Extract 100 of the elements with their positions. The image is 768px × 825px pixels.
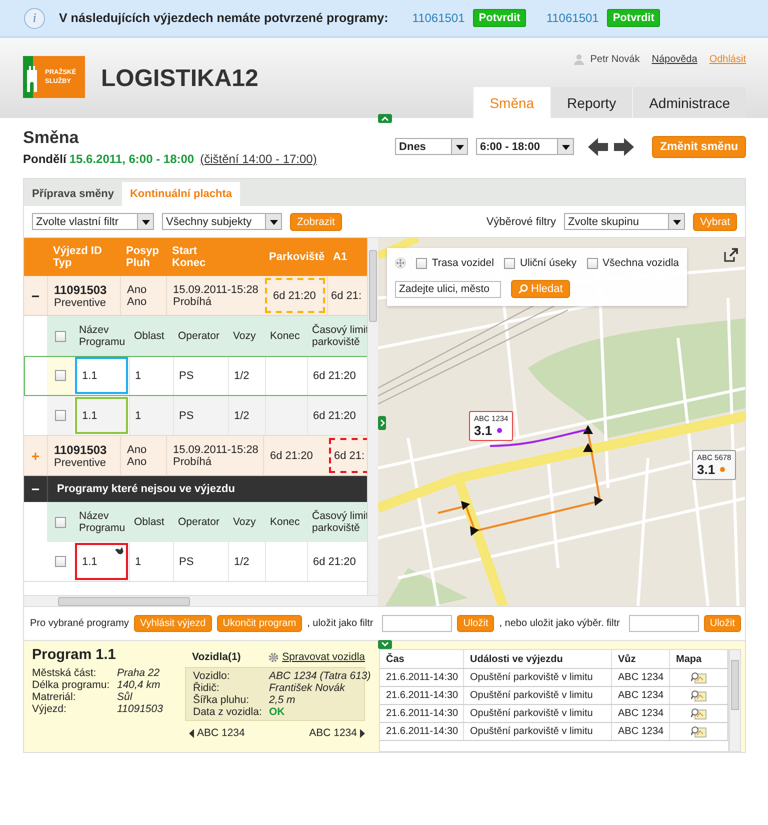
map-view-icon[interactable] xyxy=(690,726,707,738)
table-cell: Opuštění parkoviště v limitu xyxy=(464,723,612,740)
program-name-cell: 1.1 xyxy=(75,543,128,580)
trip-id: 11091503 xyxy=(54,442,108,456)
filter-name-field[interactable] xyxy=(382,615,452,632)
table-cell-text: Ano xyxy=(127,444,148,456)
panel-tab[interactable]: Příprava směny xyxy=(24,182,122,206)
group-row[interactable]: − Programy které nejsou ve výjezdu xyxy=(24,476,369,502)
column-header: Posyp Pluh xyxy=(125,244,160,271)
expand-toggle[interactable] xyxy=(378,416,386,430)
field-label: Šířka pluhu: xyxy=(193,694,250,706)
field-value: Praha 22 xyxy=(117,667,161,679)
event-row[interactable]: 21.6.2011-14:30 Opuštění parkoviště v limitu ABC 1234 xyxy=(380,669,728,687)
checkbox[interactable] xyxy=(55,370,66,381)
external-window-icon[interactable] xyxy=(724,248,738,262)
chevron-icon xyxy=(381,116,389,121)
manage-vehicles-link[interactable]: Spravovat vozidla xyxy=(282,651,365,663)
save-group-label: , nebo uložit jako výběr. filtr xyxy=(499,618,620,629)
column-header: Oblast xyxy=(129,316,173,356)
checkbox[interactable] xyxy=(55,556,66,567)
page-title: Směna xyxy=(23,128,80,148)
previous-arrow-icon[interactable] xyxy=(588,136,608,156)
next-arrow-icon[interactable] xyxy=(614,136,634,156)
group-title: Programy které nejsou ve výjezdu xyxy=(56,483,235,495)
column-header: Operator xyxy=(173,502,228,542)
column-header: Start Konec xyxy=(171,244,207,271)
shift-day: Pondělí xyxy=(23,152,66,166)
filter-select[interactable]: Zvolte vlastní filtr xyxy=(32,213,154,230)
trip-link[interactable]: 11061501 xyxy=(412,11,465,25)
trip-row[interactable]: − 11091503 Preventive Ano Ano 15.09.2011-15:28 Probíhá 6d 21:20 6d 21: xyxy=(24,276,369,316)
horizontal-scrollbar[interactable] xyxy=(24,595,378,606)
checkbox[interactable] xyxy=(55,410,66,421)
collapse-toggle[interactable] xyxy=(378,114,392,123)
caret-left-icon xyxy=(189,728,194,738)
help-link[interactable]: Nápověda xyxy=(652,54,698,65)
notice-text: V následujících výjezdech nemáte potvrzené programy: xyxy=(59,11,388,25)
previous-vehicle-link[interactable]: ABC 1234 xyxy=(189,727,245,739)
column-header: Název Programu xyxy=(74,316,129,356)
checkbox[interactable] xyxy=(55,516,66,528)
table-cell: 21.6.2011-14:30 xyxy=(380,723,464,740)
option-label: Trasa vozidel xyxy=(432,257,494,269)
checkbox[interactable] xyxy=(55,330,66,342)
event-row[interactable]: 21.6.2011-14:30 Opuštění parkoviště v limitu ABC 1234 xyxy=(380,723,728,741)
nav-tab[interactable]: Administrace xyxy=(632,87,746,118)
field-label: Matreriál: xyxy=(32,691,77,703)
checkbox[interactable] xyxy=(416,258,427,268)
event-row[interactable]: 21.6.2011-14:30 Opuštění parkoviště v limitu ABC 1234 xyxy=(380,687,728,705)
time-select[interactable]: 6:00 - 18:00 xyxy=(476,138,574,155)
group-name-field[interactable] xyxy=(628,615,699,632)
cleaning-link[interactable]: (čištění 14:00 - 17:00) xyxy=(200,152,317,166)
field-value: 11091503 xyxy=(117,703,164,715)
checkbox[interactable] xyxy=(504,258,515,268)
table-cell: ABC 1234 xyxy=(612,723,670,740)
map-view-icon[interactable] xyxy=(690,708,707,720)
table-cell: PS xyxy=(173,396,228,435)
column-header: Operator xyxy=(173,316,228,356)
chevron-icon xyxy=(381,642,389,647)
group-select[interactable]: Zvolte skupinu xyxy=(564,213,686,230)
user-icon xyxy=(574,54,584,65)
trip-link[interactable]: 11061501 xyxy=(546,11,599,25)
column-header: Vozy xyxy=(228,502,265,542)
map-view-icon[interactable] xyxy=(690,690,707,702)
program-row[interactable]: 1.1 1 PS 1/2 6d 21:20 xyxy=(24,356,369,396)
nav-tab[interactable]: Reporty xyxy=(550,87,632,118)
trip-id: 11091503 xyxy=(54,282,108,296)
parking-cell: 6d 21:20 xyxy=(265,278,325,313)
table-cell-text: Probíhá xyxy=(173,456,213,468)
vertical-scrollbar[interactable] xyxy=(367,238,378,596)
program-row[interactable]: 1.1 1 PS 1/2 6d 21:20 xyxy=(24,396,369,436)
table-cell: 21.6.2011-14:30 xyxy=(380,687,464,704)
vertical-scrollbar[interactable] xyxy=(729,649,741,752)
app-title: LOGISTIKA12 xyxy=(101,65,258,94)
marker-value: 3.1 xyxy=(474,423,492,438)
column-header: A1 xyxy=(332,250,348,265)
column-header: Čas xyxy=(380,650,464,668)
table-cell: 1/2 xyxy=(228,396,265,435)
caret-right-icon xyxy=(360,728,365,738)
table-cell-text: 15.09.2011-15:28 xyxy=(173,284,260,296)
table-cell: 21.6.2011-14:30 xyxy=(380,705,464,722)
day-select[interactable]: Dnes xyxy=(395,138,468,155)
filter-label: Výběrové filtry xyxy=(486,216,556,228)
field-value: 140,4 km xyxy=(117,679,162,691)
parking-cell: 6d 21:20 xyxy=(263,436,327,475)
table-cell-text: Probíhá xyxy=(173,296,213,308)
event-row[interactable]: 21.6.2011-14:30 Opuštění parkoviště v limitu ABC 1234 xyxy=(380,705,728,723)
search-field[interactable]: Zadejte ulici, město xyxy=(395,280,502,298)
marker-value: 3.1 xyxy=(697,462,716,477)
table-cell: PS xyxy=(173,542,228,581)
subject-select[interactable]: Všechny subjekty xyxy=(162,213,282,230)
program-row[interactable]: 1.1 1 PS 1/2 6d 21:20 xyxy=(24,542,369,582)
next-vehicle-link[interactable]: ABC 1234 xyxy=(309,727,365,739)
table-cell: 1 xyxy=(129,542,173,581)
trip-row[interactable]: + 11091503 Preventive Ano Ano 15.09.2011-15:28 Probíhá 6d 21:20 6d 21: xyxy=(24,436,369,476)
map-view-icon[interactable] xyxy=(690,672,707,684)
program-name-cell: 1.1 xyxy=(75,397,128,434)
table-cell-text: Ano xyxy=(127,456,148,468)
checkbox[interactable] xyxy=(586,258,598,268)
table-cell: ABC 1234 xyxy=(612,687,670,704)
collapse-toggle[interactable] xyxy=(378,640,392,649)
status-value: OK xyxy=(269,706,286,718)
